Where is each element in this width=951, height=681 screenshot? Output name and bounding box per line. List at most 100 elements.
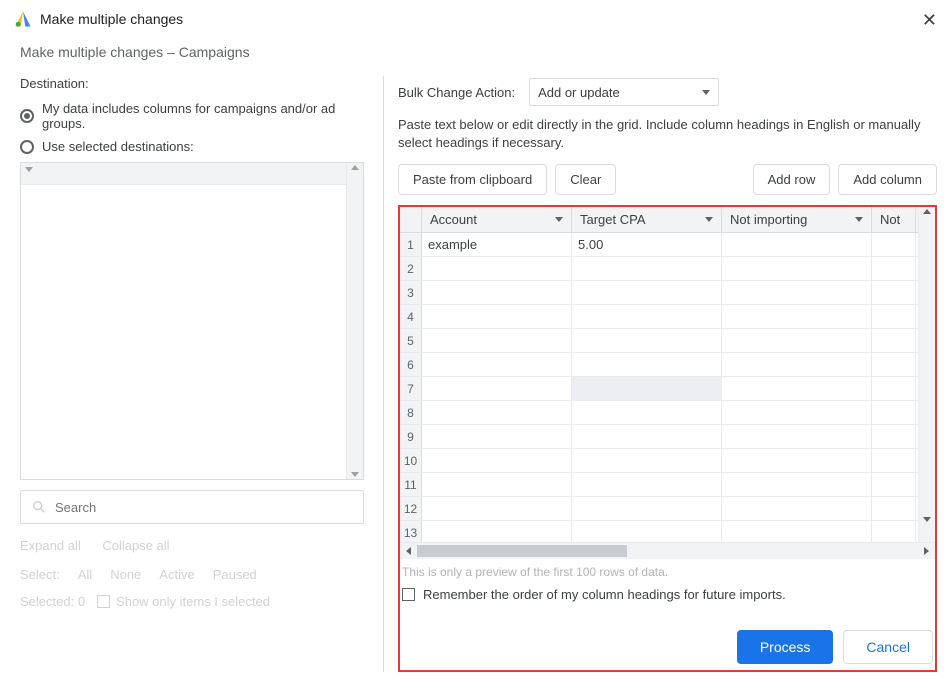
grid-row[interactable]: 10 — [400, 449, 935, 473]
grid-cell[interactable] — [872, 353, 916, 376]
grid-cell[interactable] — [572, 449, 722, 472]
process-button[interactable]: Process — [737, 630, 834, 664]
grid-cell[interactable] — [872, 329, 916, 352]
grid-cell[interactable] — [572, 497, 722, 520]
grid-cell[interactable] — [422, 281, 572, 304]
scroll-left-icon[interactable] — [400, 547, 417, 555]
grid-cell[interactable] — [722, 473, 872, 496]
grid-cell[interactable] — [422, 449, 572, 472]
grid-cell[interactable] — [722, 329, 872, 352]
grid-cell[interactable] — [872, 425, 916, 448]
grid-vertical-scrollbar[interactable] — [918, 207, 935, 542]
grid-row[interactable]: 3 — [400, 281, 935, 305]
grid-cell[interactable] — [872, 233, 916, 256]
grid-cell[interactable] — [572, 353, 722, 376]
grid-horizontal-scrollbar[interactable] — [400, 542, 935, 559]
grid-cell[interactable] — [422, 353, 572, 376]
scroll-down-icon[interactable] — [923, 517, 931, 522]
grid-cell[interactable] — [572, 281, 722, 304]
grid-cell[interactable] — [572, 521, 722, 544]
destination-tree[interactable] — [20, 162, 364, 480]
grid-cell[interactable] — [572, 473, 722, 496]
grid-cell[interactable] — [872, 521, 916, 544]
grid-row[interactable]: 5 — [400, 329, 935, 353]
grid-cell[interactable] — [722, 353, 872, 376]
grid-cell[interactable] — [572, 377, 722, 400]
grid-cell[interactable] — [722, 497, 872, 520]
grid-cell[interactable] — [422, 377, 572, 400]
close-icon[interactable]: ✕ — [922, 10, 937, 31]
search-input[interactable] — [55, 500, 353, 515]
grid-cell[interactable] — [572, 329, 722, 352]
grid-cell[interactable] — [422, 401, 572, 424]
grid-cell[interactable] — [722, 233, 872, 256]
scroll-down-icon[interactable] — [351, 472, 359, 477]
column-header-dropdown[interactable]: Target CPA — [572, 207, 722, 232]
grid-cell[interactable] — [872, 257, 916, 280]
add-row-button[interactable]: Add row — [753, 164, 831, 195]
grid-cell[interactable] — [722, 377, 872, 400]
grid-cell[interactable] — [422, 473, 572, 496]
show-only-checkbox[interactable] — [97, 595, 110, 608]
add-column-button[interactable]: Add column — [838, 164, 937, 195]
grid-row[interactable]: 2 — [400, 257, 935, 281]
grid-cell[interactable] — [422, 425, 572, 448]
grid-cell[interactable]: example — [422, 233, 572, 256]
tree-scrollbar[interactable] — [346, 163, 363, 479]
grid-cell[interactable] — [722, 521, 872, 544]
grid-cell[interactable] — [572, 425, 722, 448]
grid-cell[interactable] — [572, 305, 722, 328]
collapse-all-link[interactable]: Collapse all — [102, 538, 169, 553]
grid-row[interactable]: 8 — [400, 401, 935, 425]
clear-button[interactable]: Clear — [555, 164, 616, 195]
scroll-thumb[interactable] — [417, 545, 627, 557]
radio-selected-destinations[interactable]: Use selected destinations: — [20, 139, 363, 154]
select-paused[interactable]: Paused — [213, 567, 257, 582]
grid-cell[interactable] — [872, 449, 916, 472]
select-none[interactable]: None — [110, 567, 141, 582]
grid-cell[interactable] — [572, 257, 722, 280]
grid-cell[interactable] — [422, 521, 572, 544]
paste-from-clipboard-button[interactable]: Paste from clipboard — [398, 164, 547, 195]
grid-cell[interactable] — [872, 305, 916, 328]
grid-row[interactable]: 4 — [400, 305, 935, 329]
data-grid[interactable]: Account Target CPA Not importing Not 1ex… — [400, 207, 935, 559]
grid-cell[interactable] — [872, 401, 916, 424]
remember-checkbox[interactable] — [402, 588, 415, 601]
column-header-dropdown[interactable]: Account — [422, 207, 572, 232]
scroll-right-icon[interactable] — [918, 547, 935, 555]
grid-cell[interactable] — [722, 425, 872, 448]
grid-cell[interactable] — [422, 329, 572, 352]
grid-cell[interactable] — [722, 305, 872, 328]
select-all[interactable]: All — [78, 567, 92, 582]
grid-cell[interactable] — [572, 401, 722, 424]
grid-cell[interactable] — [422, 305, 572, 328]
cancel-button[interactable]: Cancel — [843, 630, 933, 664]
grid-row[interactable]: 11 — [400, 473, 935, 497]
grid-cell[interactable] — [722, 401, 872, 424]
grid-cell[interactable] — [722, 281, 872, 304]
grid-cell[interactable] — [722, 449, 872, 472]
grid-cell[interactable] — [872, 281, 916, 304]
bulk-change-action-dropdown[interactable]: Add or update — [529, 78, 719, 106]
grid-row[interactable]: 12 — [400, 497, 935, 521]
grid-cell[interactable] — [872, 377, 916, 400]
column-header-dropdown[interactable]: Not importing — [722, 207, 872, 232]
column-header-dropdown[interactable]: Not — [872, 207, 916, 232]
scroll-track[interactable] — [417, 543, 918, 559]
grid-row[interactable]: 6 — [400, 353, 935, 377]
grid-cell[interactable] — [872, 473, 916, 496]
grid-cell[interactable] — [422, 497, 572, 520]
grid-cell[interactable] — [872, 497, 916, 520]
scroll-up-icon[interactable] — [923, 209, 931, 214]
select-active[interactable]: Active — [159, 567, 194, 582]
search-box[interactable] — [20, 490, 364, 524]
scroll-up-icon[interactable] — [351, 165, 359, 170]
grid-row[interactable]: 7 — [400, 377, 935, 401]
radio-includes-columns[interactable]: My data includes columns for campaigns a… — [20, 101, 363, 131]
grid-row[interactable]: 9 — [400, 425, 935, 449]
grid-cell[interactable] — [422, 257, 572, 280]
expand-all-link[interactable]: Expand all — [20, 538, 81, 553]
grid-cell[interactable] — [722, 257, 872, 280]
grid-row[interactable]: 1example5.00 — [400, 233, 935, 257]
